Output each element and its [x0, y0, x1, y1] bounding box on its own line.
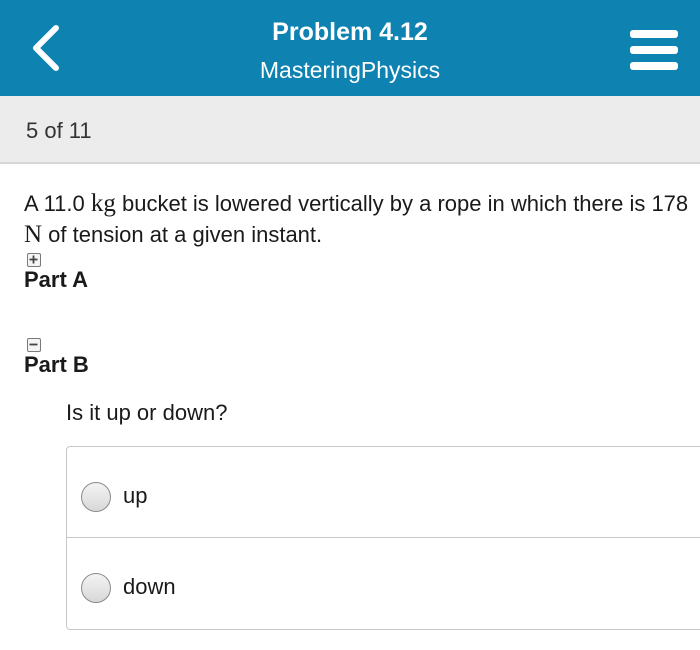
menu-icon [630, 30, 678, 70]
top-navigation-bar: Problem 4.12 MasteringPhysics [0, 0, 700, 96]
chevron-left-icon [33, 25, 59, 71]
problem-text-part: bucket is lowered vertically by a rope i… [115, 191, 689, 216]
radio-button-up[interactable] [81, 482, 111, 512]
problem-text-part: A 11.0 [24, 191, 91, 216]
part-a-title[interactable]: Part A [24, 267, 88, 293]
page-title: Problem 4.12 [272, 18, 428, 46]
page-subtitle: MasteringPhysics [259, 57, 441, 83]
choice-up[interactable]: up [67, 447, 700, 538]
unit-kg: kg [90, 190, 116, 217]
part-b-collapse-toggle[interactable] [27, 338, 41, 352]
back-button[interactable] [18, 18, 78, 78]
plus-icon [29, 255, 38, 264]
minus-icon [29, 343, 38, 346]
unit-n: N [24, 221, 43, 248]
choice-label-down: down [123, 574, 176, 599]
menu-button[interactable] [628, 28, 680, 72]
part-b-question: Is it up or down? [66, 400, 228, 425]
header-title-block: Problem 4.12 MasteringPhysics [150, 0, 550, 96]
progress-indicator: 5 of 11 [26, 118, 92, 143]
problem-text-part: of tension at a given instant. [42, 222, 323, 247]
part-b-title[interactable]: Part B [24, 352, 89, 378]
progress-bar: 5 of 11 [0, 96, 700, 164]
radio-button-down[interactable] [81, 573, 111, 603]
part-a-expand-toggle[interactable] [27, 253, 41, 267]
choice-down[interactable]: down [67, 538, 700, 628]
answer-choices: up down [66, 446, 700, 630]
problem-statement: A 11.0 kg bucket is lowered vertically b… [24, 188, 689, 250]
choice-label-up: up [123, 483, 148, 508]
